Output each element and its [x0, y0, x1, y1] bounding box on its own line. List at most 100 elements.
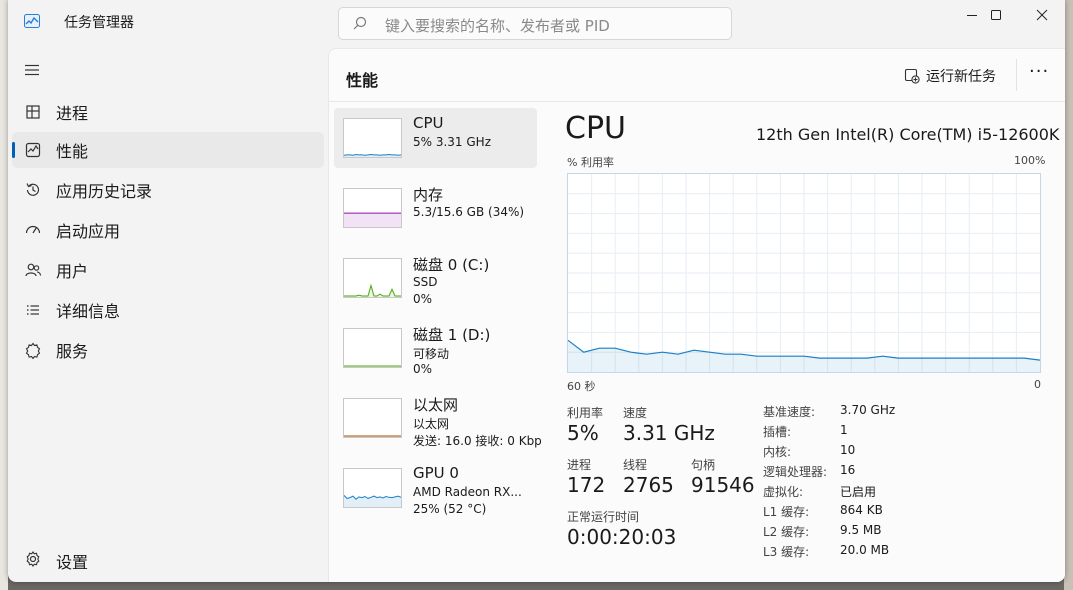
details-icon: [27, 305, 39, 315]
spec-key: 虚拟化:: [763, 485, 804, 499]
settings-label: 设置: [56, 553, 89, 572]
spec-key: 逻辑处理器:: [763, 465, 828, 479]
startup-icon: [25, 225, 41, 234]
title-bar[interactable]: 任务管理器 键入要搜索的名称、发布者或 PID: [8, 0, 1065, 46]
task-manager-window: 任务管理器 键入要搜索的名称、发布者或 PID 进程 性能 应用历史记录 启动应…: [8, 0, 1065, 582]
device-name: GPU 0: [413, 464, 459, 482]
device-gpu-0[interactable]: GPU 0 AMD Radeon RX... 25% (52 °C): [334, 458, 537, 518]
spec-value: 已启用: [840, 485, 877, 499]
device-detail: 25% (52 °C): [413, 502, 487, 516]
search-icon: [353, 16, 367, 30]
device-subtitle: 以太网: [413, 417, 450, 431]
spec-value: 16: [840, 463, 856, 477]
device-name: CPU: [413, 114, 444, 132]
detail-title: CPU: [565, 111, 626, 146]
spec-value: 1: [840, 423, 848, 437]
spec-value: 20.0 MB: [840, 543, 890, 557]
processes-icon: [26, 105, 40, 119]
device-subtitle: 5% 3.31 GHz: [413, 135, 492, 149]
task-manager-icon: [24, 14, 40, 28]
services-icon: [25, 342, 41, 359]
sidebar-item-performance[interactable]: 性能: [12, 132, 324, 168]
device-cpu[interactable]: CPU 5% 3.31 GHz: [334, 108, 537, 168]
search-input[interactable]: 键入要搜索的名称、发布者或 PID: [385, 15, 610, 36]
device-subtitle: 5.3/15.6 GB (34%): [413, 205, 525, 219]
speed-value: 3.31 GHz: [623, 421, 715, 445]
processes-value: 172: [567, 473, 606, 497]
desktop-right-edge: [1064, 0, 1073, 590]
device-name: 磁盘 0 (C:): [413, 256, 490, 274]
spec-key: L3 缓存:: [763, 545, 810, 559]
device-thumbnail: [343, 468, 402, 508]
device-ethernet[interactable]: 以太网 以太网 发送: 16.0 接收: 0 Kbp: [334, 388, 542, 448]
device-thumbnail: [343, 398, 402, 438]
performance-icon: [25, 142, 41, 158]
app-title: 任务管理器: [64, 15, 134, 31]
device-name: 磁盘 1 (D:): [413, 326, 491, 344]
sidebar-item-settings[interactable]: 设置: [12, 542, 312, 578]
run-task-label: 运行新任务: [926, 69, 996, 85]
y-max-label: 100%: [1014, 154, 1046, 167]
speed-label: 速度: [623, 406, 648, 420]
sidebar-item-label: 用户: [56, 262, 89, 281]
x-right-label: 0: [1034, 378, 1041, 391]
sidebar-item-services[interactable]: 服务: [12, 332, 324, 368]
users-icon: [25, 263, 42, 277]
search-box[interactable]: 键入要搜索的名称、发布者或 PID: [338, 7, 732, 40]
y-axis-label: % 利用率: [567, 156, 614, 169]
device-sparkline: [344, 495, 401, 507]
device-name: 内存: [413, 186, 444, 204]
active-indicator: [12, 142, 15, 158]
device-subtitle: SSD: [413, 275, 438, 289]
sidebar-item-app-history[interactable]: 应用历史记录: [12, 172, 324, 208]
handles-value: 91546: [691, 473, 755, 497]
device-memory[interactable]: 内存 5.3/15.6 GB (34%): [334, 178, 537, 238]
performance-panel: 性能 运行新任务 ··· CPU 5% 3.31 GHz 内存 5.3/15.6 GB…: [328, 48, 1065, 582]
device-disk-0[interactable]: 磁盘 0 (C:) SSD 0%: [334, 248, 537, 308]
x-left-label: 60 秒: [567, 380, 596, 393]
sidebar-item-processes[interactable]: 进程: [12, 94, 324, 130]
device-disk-1[interactable]: 磁盘 1 (D:) 可移动 0%: [334, 318, 537, 378]
sparkline-line: [344, 153, 401, 156]
utilization-value: 5%: [567, 421, 599, 445]
sidebar-item-label: 服务: [56, 342, 89, 361]
uptime-value: 0:00:20:03: [567, 525, 677, 549]
sidebar-item-label: 进程: [56, 104, 89, 123]
history-icon: [26, 183, 40, 196]
device-name: 以太网: [413, 396, 459, 414]
uptime-label: 正常运行时间: [567, 510, 640, 524]
gear-icon: [26, 551, 40, 567]
processes-label: 进程: [567, 458, 592, 472]
spec-value: 864 KB: [840, 503, 883, 517]
header-divider: [329, 101, 1065, 102]
close-button[interactable]: [1019, 0, 1065, 32]
device-subtitle: AMD Radeon RX...: [413, 485, 522, 499]
sidebar-item-label: 启动应用: [56, 222, 121, 241]
device-sparkline: [344, 212, 401, 227]
device-sparkline: [344, 365, 401, 367]
device-subtitle: 可移动: [413, 347, 450, 361]
maximize-icon: [991, 10, 1001, 20]
sidebar-item-details[interactable]: 详细信息: [12, 292, 324, 328]
spec-key: L1 缓存:: [763, 505, 810, 519]
device-thumbnail: [343, 328, 402, 368]
spec-value: 10: [840, 443, 856, 457]
spec-value: 9.5 MB: [840, 523, 882, 537]
close-icon: [1036, 9, 1048, 21]
sidebar-item-startup-apps[interactable]: 启动应用: [12, 212, 324, 248]
spec-value: 3.70 GHz: [840, 403, 896, 417]
cpu-model: 12th Gen Intel(R) Core(TM) i5-12600K: [756, 125, 1060, 144]
device-sparkline: [344, 283, 401, 297]
hamburger-icon[interactable]: [22, 60, 42, 80]
run-task-icon: [904, 68, 920, 84]
spec-key: 插槽:: [763, 425, 792, 439]
sparkline-area: [344, 213, 401, 227]
maximize-button[interactable]: [972, 0, 1018, 32]
device-thumbnail: [343, 258, 402, 298]
cpu-history-chart: [567, 174, 1041, 372]
more-options-button[interactable]: ···: [1029, 61, 1049, 82]
device-detail: 0%: [413, 362, 433, 376]
utilization-label: 利用率: [567, 406, 604, 420]
sidebar-item-users[interactable]: 用户: [12, 252, 324, 288]
threads-label: 线程: [623, 458, 648, 472]
